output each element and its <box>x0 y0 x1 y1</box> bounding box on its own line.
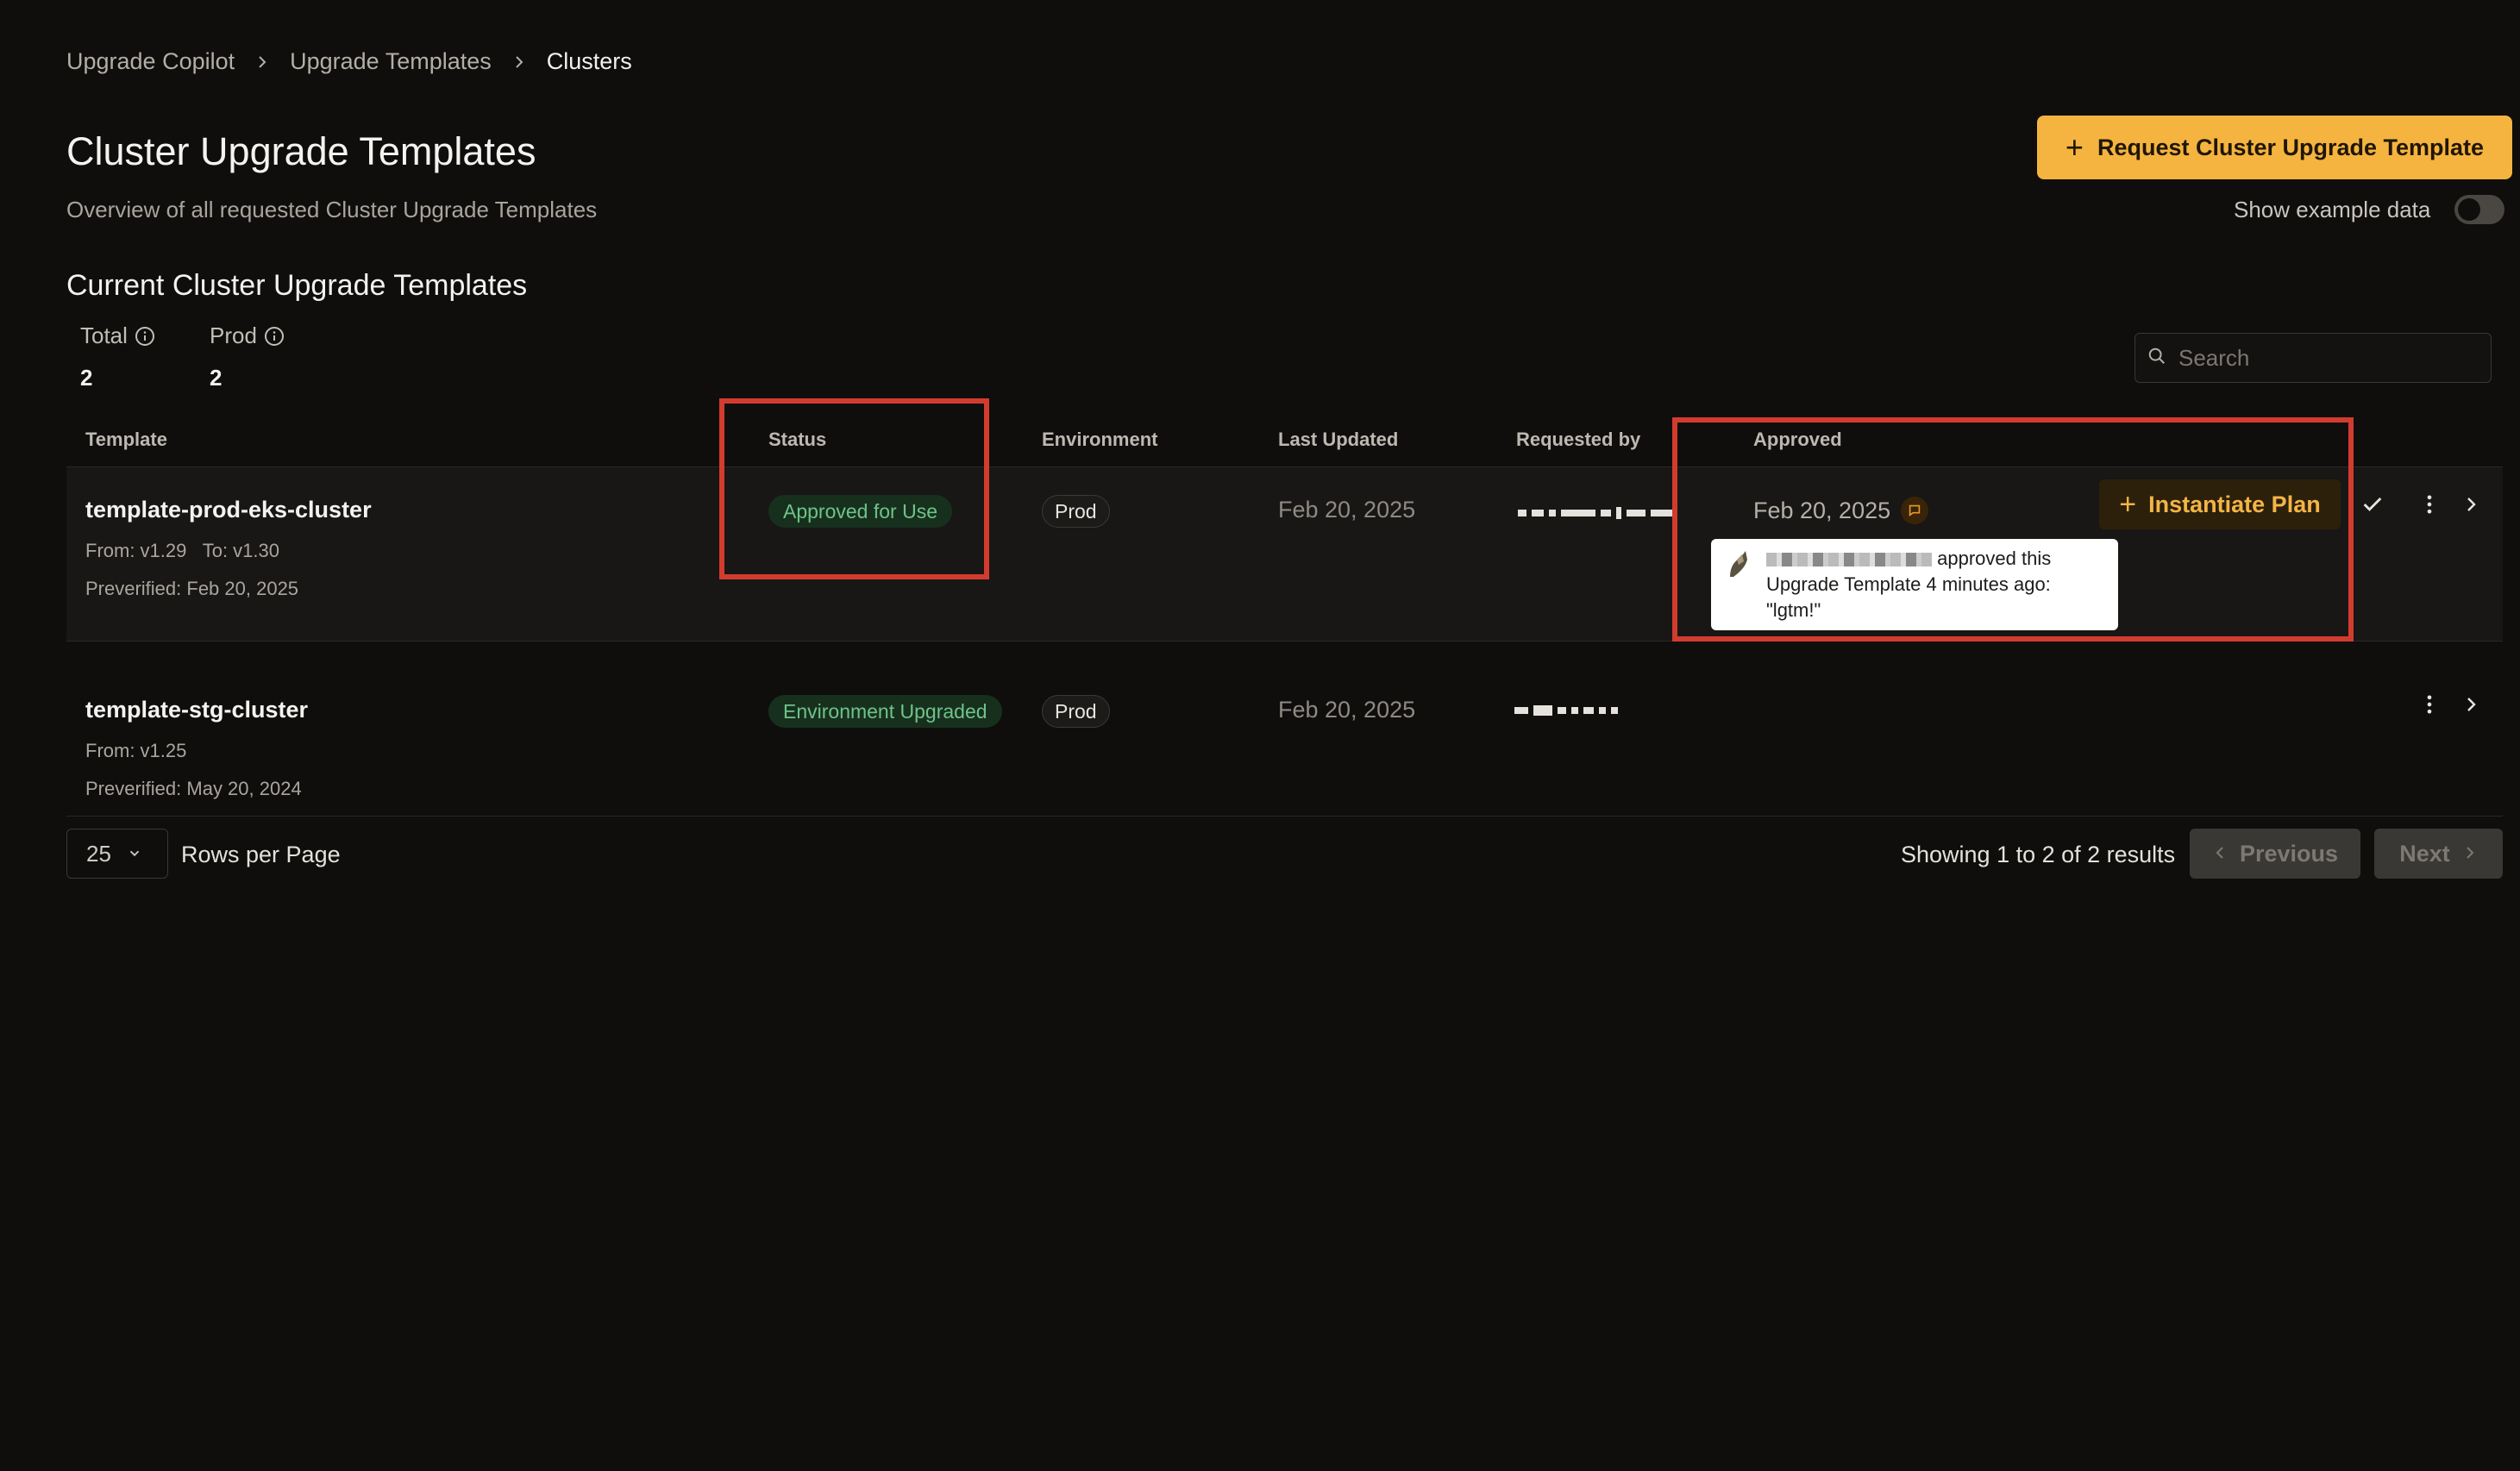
stat-total-value: 2 <box>80 365 93 391</box>
environment-badge: Prod <box>1042 695 1110 728</box>
col-environment[interactable]: Environment <box>1042 429 1157 451</box>
show-example-label: Show example data <box>2234 197 2431 222</box>
chevron-right-icon[interactable] <box>2456 690 2486 719</box>
breadcrumb-clusters: Clusters <box>546 48 632 74</box>
chevron-right-icon[interactable] <box>2456 490 2486 519</box>
template-from: From: v1.25 <box>85 740 187 761</box>
last-updated: Feb 20, 2025 <box>1278 697 1416 723</box>
results-summary: Showing 1 to 2 of 2 results <box>1901 842 2176 867</box>
requested-by-redacted <box>1518 507 1677 519</box>
stat-total: Total 2 <box>80 322 155 391</box>
toggle-knob <box>2458 198 2480 221</box>
template-to: To: v1.30 <box>202 540 279 561</box>
col-last-updated[interactable]: Last Updated <box>1278 429 1398 451</box>
template-from-to: From: v1.29 To: v1.30 <box>85 540 279 562</box>
template-from: From: v1.29 <box>85 540 187 561</box>
page-subtitle: Overview of all requested Cluster Upgrad… <box>66 197 598 222</box>
next-label: Next <box>2399 840 2450 867</box>
col-requested-by[interactable]: Requested by <box>1516 429 1640 451</box>
search-input[interactable] <box>2177 343 2465 372</box>
stat-prod: Prod 2 <box>210 322 285 391</box>
info-icon[interactable] <box>135 326 155 347</box>
request-template-button[interactable]: + Request Cluster Upgrade Template <box>2037 116 2512 179</box>
check-icon[interactable] <box>2358 490 2387 519</box>
page-title: Cluster Upgrade Templates <box>66 129 536 173</box>
plus-icon: + <box>2065 129 2084 165</box>
last-updated: Feb 20, 2025 <box>1278 497 1416 523</box>
next-button[interactable]: Next <box>2374 829 2503 879</box>
more-vertical-icon[interactable] <box>2415 690 2444 719</box>
more-vertical-icon[interactable] <box>2415 490 2444 519</box>
stat-prod-value: 2 <box>210 365 223 391</box>
section-title: Current Cluster Upgrade Templates <box>66 269 528 302</box>
search-icon <box>2147 347 2166 370</box>
template-name[interactable]: template-prod-eks-cluster <box>85 497 372 523</box>
chevron-left-icon <box>2212 841 2229 867</box>
template-preverified: Preverified: May 20, 2024 <box>85 778 302 799</box>
stat-total-label: Total <box>80 322 128 348</box>
approved-highlight-box <box>1672 417 2354 642</box>
template-preverified: Preverified: Feb 20, 2025 <box>85 578 299 599</box>
template-name[interactable]: template-stg-cluster <box>85 697 308 723</box>
rows-per-page-select[interactable]: 25 <box>66 829 168 879</box>
stat-prod-label: Prod <box>210 322 257 348</box>
chevron-down-icon <box>127 841 142 867</box>
rows-per-page-value: 25 <box>86 840 111 867</box>
status-badge: Environment Upgraded <box>768 695 1002 728</box>
rows-per-page-label: Rows per Page <box>181 842 341 867</box>
request-template-label: Request Cluster Upgrade Template <box>2097 134 2485 160</box>
chevron-right-icon <box>2460 841 2478 867</box>
requested-by-redacted <box>1514 705 1618 716</box>
search-box[interactable] <box>2134 333 2492 383</box>
breadcrumb: Upgrade Copilot Upgrade Templates Cluste… <box>66 48 632 75</box>
environment-badge: Prod <box>1042 495 1110 528</box>
chevron-right-icon <box>254 53 271 71</box>
chevron-right-icon <box>511 53 528 71</box>
previous-button[interactable]: Previous <box>2190 829 2360 879</box>
breadcrumb-upgrade-copilot[interactable]: Upgrade Copilot <box>66 48 235 75</box>
col-template[interactable]: Template <box>85 429 167 451</box>
breadcrumb-upgrade-templates[interactable]: Upgrade Templates <box>290 48 492 75</box>
info-icon[interactable] <box>264 326 285 347</box>
show-example-toggle[interactable] <box>2454 195 2504 224</box>
previous-label: Previous <box>2239 840 2339 867</box>
status-highlight-box <box>719 398 989 579</box>
divider <box>66 816 2503 817</box>
